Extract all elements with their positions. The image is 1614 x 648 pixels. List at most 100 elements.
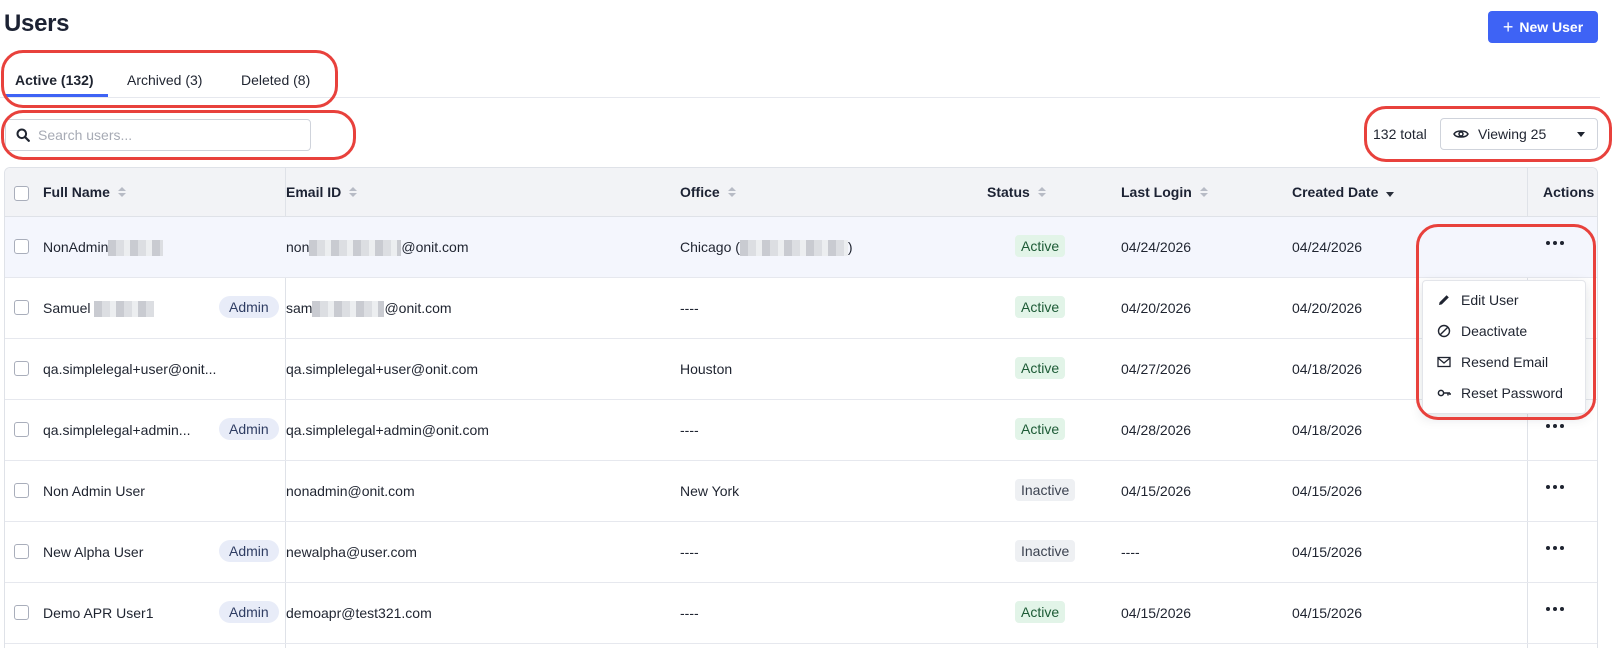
status-badge: Inactive bbox=[1015, 540, 1076, 562]
office: New York bbox=[680, 483, 740, 499]
redacted-text bbox=[108, 240, 164, 257]
email: non @onit.com bbox=[286, 239, 469, 257]
key-icon bbox=[1437, 389, 1451, 397]
full-name: Samuel bbox=[43, 300, 155, 318]
last-login: 04/15/2026 bbox=[1121, 605, 1192, 621]
created-date: 04/15/2026 bbox=[1292, 605, 1363, 621]
search-input[interactable] bbox=[38, 127, 288, 143]
redacted-text bbox=[309, 240, 402, 257]
office: ---- bbox=[680, 300, 699, 316]
column-last-login[interactable]: Last Login bbox=[1121, 184, 1208, 200]
row-checkbox[interactable] bbox=[14, 544, 29, 559]
table-row[interactable]: qa.simplelegal+admin... Admin qa.simplel… bbox=[5, 400, 1597, 461]
last-login: ---- bbox=[1121, 544, 1140, 560]
more-actions-icon[interactable] bbox=[1546, 424, 1564, 428]
row-actions-menu: Edit User Deactivate Resend Email Reset … bbox=[1422, 280, 1586, 414]
new-user-button[interactable]: + New User bbox=[1488, 11, 1598, 43]
full-name: NonAdmin bbox=[43, 239, 164, 257]
table-row[interactable]: Samuel Admin sam @onit.com ---- Active 04… bbox=[5, 278, 1597, 339]
status-badge: Active bbox=[1015, 601, 1066, 623]
row-checkbox[interactable] bbox=[14, 483, 29, 498]
row-checkbox[interactable] bbox=[14, 422, 29, 437]
tab-deleted[interactable]: Deleted (8) bbox=[241, 72, 310, 88]
row-checkbox[interactable] bbox=[14, 361, 29, 376]
full-name: New Alpha User bbox=[43, 544, 144, 560]
more-actions-icon[interactable] bbox=[1546, 485, 1564, 489]
search-box[interactable] bbox=[5, 119, 311, 151]
more-actions-icon[interactable] bbox=[1546, 607, 1564, 611]
tab-archived[interactable]: Archived (3) bbox=[127, 72, 202, 88]
last-login: 04/28/2026 bbox=[1121, 422, 1192, 438]
status-badge: Active bbox=[1015, 235, 1066, 257]
users-table: Full Name Email ID Office Status Last Lo… bbox=[4, 167, 1598, 648]
new-user-label: New User bbox=[1519, 19, 1584, 35]
envelope-icon bbox=[1437, 356, 1451, 368]
page-size-select[interactable]: Viewing 25 bbox=[1440, 118, 1598, 150]
status-badge: Active bbox=[1015, 418, 1066, 440]
table-header: Full Name Email ID Office Status Last Lo… bbox=[5, 168, 1597, 217]
last-login: 04/24/2026 bbox=[1121, 239, 1192, 255]
sort-icon bbox=[1037, 187, 1046, 197]
status-badge: Active bbox=[1015, 357, 1066, 379]
created-date: 04/15/2026 bbox=[1292, 544, 1363, 560]
column-full-name[interactable]: Full Name bbox=[43, 184, 126, 200]
created-date: 04/20/2026 bbox=[1292, 300, 1363, 316]
page-size-label: Viewing 25 bbox=[1478, 126, 1547, 142]
table-row[interactable]: qa.simplelegal+user@onit... qa.simpleleg… bbox=[5, 339, 1597, 400]
admin-badge: Admin bbox=[219, 601, 279, 623]
active-tab-indicator bbox=[5, 94, 108, 97]
row-checkbox[interactable] bbox=[14, 300, 29, 315]
menu-item-deactivate[interactable]: Deactivate bbox=[1437, 323, 1527, 339]
full-name: qa.simplelegal+user@onit... bbox=[43, 361, 217, 377]
office: ---- bbox=[680, 544, 699, 560]
last-login: 04/15/2026 bbox=[1121, 483, 1192, 499]
office: ---- bbox=[680, 422, 699, 438]
column-created-date[interactable]: Created Date bbox=[1292, 184, 1395, 200]
redacted-text bbox=[94, 301, 155, 318]
menu-item-resend-email[interactable]: Resend Email bbox=[1437, 354, 1548, 370]
column-status[interactable]: Status bbox=[987, 184, 1046, 200]
redacted-text bbox=[312, 301, 385, 318]
table-row[interactable]: Non Admin User nonadmin@onit.com New Yor… bbox=[5, 461, 1597, 522]
sort-icon bbox=[1199, 187, 1208, 197]
sort-icon bbox=[727, 187, 736, 197]
ban-icon bbox=[1437, 324, 1451, 338]
office: Chicago () bbox=[680, 239, 853, 257]
tab-active[interactable]: Active (132) bbox=[15, 72, 94, 88]
chevron-down-icon bbox=[1577, 132, 1585, 137]
table-row[interactable]: Demo APR User1 Admin demoapr@test321.com… bbox=[5, 583, 1597, 644]
admin-badge: Admin bbox=[219, 296, 279, 318]
row-checkbox[interactable] bbox=[14, 605, 29, 620]
select-all-checkbox[interactable] bbox=[14, 186, 29, 201]
full-name: qa.simplelegal+admin... bbox=[43, 422, 191, 438]
table-row[interactable]: New Alpha User Admin newalpha@user.com -… bbox=[5, 522, 1597, 583]
full-name: Demo APR User1 bbox=[43, 605, 154, 621]
more-actions-icon[interactable] bbox=[1546, 241, 1564, 245]
page-title: Users bbox=[4, 10, 70, 37]
menu-item-edit-user[interactable]: Edit User bbox=[1437, 292, 1519, 308]
pencil-icon bbox=[1439, 295, 1449, 305]
email: qa.simplelegal+admin@onit.com bbox=[286, 422, 489, 438]
menu-item-reset-password[interactable]: Reset Password bbox=[1437, 385, 1563, 401]
email: newalpha@user.com bbox=[286, 544, 417, 560]
last-login: 04/27/2026 bbox=[1121, 361, 1192, 377]
column-email[interactable]: Email ID bbox=[286, 184, 358, 200]
created-date: 04/18/2026 bbox=[1292, 361, 1363, 377]
office: Houston bbox=[680, 361, 733, 377]
more-actions-icon[interactable] bbox=[1546, 546, 1564, 550]
email: sam @onit.com bbox=[286, 300, 452, 318]
sort-icon bbox=[117, 187, 126, 197]
admin-badge: Admin bbox=[219, 418, 279, 440]
search-icon bbox=[16, 128, 30, 142]
created-date: 04/15/2026 bbox=[1292, 483, 1363, 499]
last-login: 04/20/2026 bbox=[1121, 300, 1192, 316]
table-row[interactable]: NonAdmin non @onit.com Chicago () Active … bbox=[5, 217, 1597, 278]
column-office[interactable]: Office bbox=[680, 184, 736, 200]
redacted-text bbox=[739, 240, 848, 257]
total-count: 132 total bbox=[1373, 126, 1427, 142]
office: ---- bbox=[680, 605, 699, 621]
sort-descending-icon bbox=[1386, 188, 1395, 197]
status-tabs: Active (132) Archived (3) Deleted (8) bbox=[0, 62, 1600, 98]
full-name: Non Admin User bbox=[43, 483, 145, 499]
row-checkbox[interactable] bbox=[14, 239, 29, 254]
